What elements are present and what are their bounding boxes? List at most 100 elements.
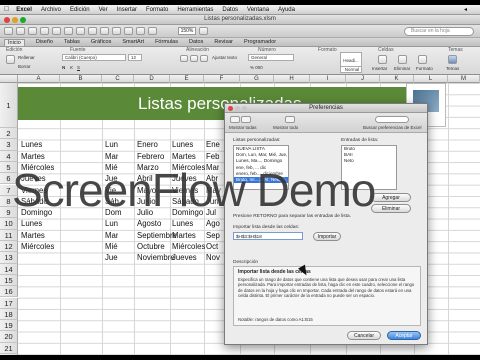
row-header-11[interactable]: 11 — [0, 229, 18, 241]
preferences-search-input[interactable] — [375, 116, 409, 123]
align-center-icon[interactable] — [190, 55, 198, 62]
cell[interactable]: Lun — [105, 139, 118, 150]
cell[interactable]: Octubre — [137, 241, 165, 252]
tab-tablas[interactable]: Tablas — [64, 39, 80, 45]
delete-cells-icon[interactable] — [398, 55, 407, 64]
row-header-2[interactable]: 2 — [0, 128, 18, 140]
column-header-g[interactable]: G — [240, 75, 274, 83]
wrap-text-button[interactable]: Ajustar texto — [212, 54, 237, 61]
format-button[interactable]: Formato — [416, 65, 433, 72]
align-left-icon[interactable] — [180, 55, 188, 62]
cell[interactable]: Ago — [206, 218, 220, 229]
cell[interactable]: Oct — [206, 241, 218, 252]
cell[interactable]: Martes — [172, 151, 196, 162]
cell[interactable]: Noviembre — [137, 252, 175, 263]
cell[interactable]: Lunes — [21, 218, 42, 229]
new-icon[interactable] — [4, 27, 13, 35]
format-cells-icon[interactable] — [418, 55, 427, 64]
row-header-12[interactable]: 12 — [0, 241, 18, 253]
menu-herramientas[interactable]: Herramientas — [177, 7, 213, 13]
font-name-select[interactable]: Calibri (Cuerpo) — [62, 54, 126, 61]
gallery-icon[interactable] — [136, 27, 145, 35]
bold-icon[interactable]: N — [62, 64, 65, 71]
apple-icon[interactable]:  — [4, 6, 9, 13]
cell[interactable]: Mar — [105, 151, 118, 162]
tab-diseno[interactable]: Diseño — [36, 39, 53, 45]
align-right-icon[interactable] — [200, 55, 208, 62]
sheet-search-input[interactable]: Buscar en la hoja — [404, 27, 474, 36]
app-menu[interactable]: Excel — [16, 7, 32, 13]
column-header-j[interactable]: J — [346, 75, 380, 83]
undo-icon[interactable] — [88, 27, 97, 35]
tab-inicio[interactable]: Inicio — [4, 38, 25, 46]
tab-formulas[interactable]: Fórmulas — [155, 39, 178, 45]
cell[interactable]: Febrero — [137, 151, 164, 162]
style-normal[interactable]: Normal — [340, 66, 362, 73]
cell[interactable]: Mar — [105, 230, 118, 241]
cell[interactable]: Miércoles — [172, 241, 205, 252]
cell[interactable]: Enero — [137, 139, 158, 150]
select-all-corner[interactable] — [0, 75, 18, 83]
open-icon[interactable] — [16, 27, 25, 35]
paste-large-icon[interactable] — [6, 55, 15, 64]
tab-datos[interactable]: Datos — [189, 39, 203, 45]
show-all-button[interactable]: Mostrar todas — [229, 125, 257, 130]
column-header-b[interactable]: B — [60, 75, 102, 83]
zoom-select[interactable]: 150% — [178, 27, 196, 35]
cell[interactable]: Lun — [105, 218, 118, 229]
row-header-4[interactable]: 4 — [0, 150, 18, 162]
column-header-l[interactable]: L — [414, 75, 448, 83]
tab-graficos[interactable]: Gráficos — [91, 39, 111, 45]
row-header-10[interactable]: 10 — [0, 218, 18, 230]
forward-arrow-icon[interactable] — [241, 116, 251, 123]
cell[interactable]: Ene — [206, 139, 220, 150]
print-icon[interactable] — [40, 27, 49, 35]
tab-smartart[interactable]: SmartArt — [122, 39, 144, 45]
cell[interactable]: Jue — [105, 252, 118, 263]
add-button[interactable]: Agregar — [371, 193, 411, 202]
menu-ver[interactable]: Ver — [99, 7, 108, 13]
help-icon[interactable] — [199, 27, 208, 35]
back-arrow-icon[interactable] — [230, 116, 240, 123]
autosum-icon[interactable] — [112, 27, 121, 35]
column-header-k[interactable]: K — [380, 75, 414, 83]
redo-icon[interactable] — [100, 27, 109, 35]
ok-button[interactable]: Aceptar — [387, 331, 421, 340]
copy-icon[interactable] — [64, 27, 73, 35]
paste-icon[interactable] — [76, 27, 85, 35]
cell[interactable]: Feb — [206, 151, 219, 162]
themes-button[interactable]: Temas — [446, 65, 459, 72]
insert-cells-icon[interactable] — [378, 55, 387, 64]
cell[interactable]: Jueves — [172, 252, 197, 263]
cell[interactable]: Septiembre — [137, 230, 177, 241]
sort-icon[interactable] — [124, 27, 133, 35]
save-icon[interactable] — [28, 27, 37, 35]
show-all-icon[interactable] — [285, 116, 295, 123]
row-header-13[interactable]: 13 — [0, 252, 18, 264]
cell[interactable]: Agosto — [137, 218, 161, 229]
themes-icon[interactable] — [448, 55, 457, 64]
italic-icon[interactable]: K — [70, 64, 73, 71]
row-header-19[interactable]: 19 — [0, 320, 18, 332]
column-header-h[interactable]: H — [274, 75, 310, 83]
fill-button[interactable]: Rellenar — [18, 54, 35, 61]
menu-insertar[interactable]: Insertar — [117, 7, 137, 13]
menu-datos[interactable]: Datos — [222, 7, 238, 13]
row-header-14[interactable]: 14 — [0, 263, 18, 275]
row-header-21[interactable]: 21 — [0, 342, 18, 354]
cell[interactable]: Mié — [105, 241, 118, 252]
row-header-15[interactable]: 15 — [0, 274, 18, 287]
menu-edicion[interactable]: Edición — [70, 7, 90, 13]
tab-revisar[interactable]: Revisar — [214, 39, 233, 45]
currency-icon[interactable]: % 000 — [250, 64, 263, 71]
row-header-16[interactable]: 16 — [0, 286, 18, 298]
column-header-d[interactable]: D — [134, 75, 170, 83]
import-range-input[interactable]: $H$3:$H$18 — [233, 232, 303, 240]
column-header-m[interactable]: M — [448, 75, 480, 83]
dialog-close-button[interactable] — [228, 106, 233, 111]
insert-button[interactable]: Insertar — [372, 65, 387, 72]
cut-icon[interactable] — [52, 27, 61, 35]
menu-ventana[interactable]: Ventana — [247, 7, 269, 13]
column-header-c[interactable]: C — [102, 75, 134, 83]
column-header-a[interactable]: A — [18, 75, 60, 83]
